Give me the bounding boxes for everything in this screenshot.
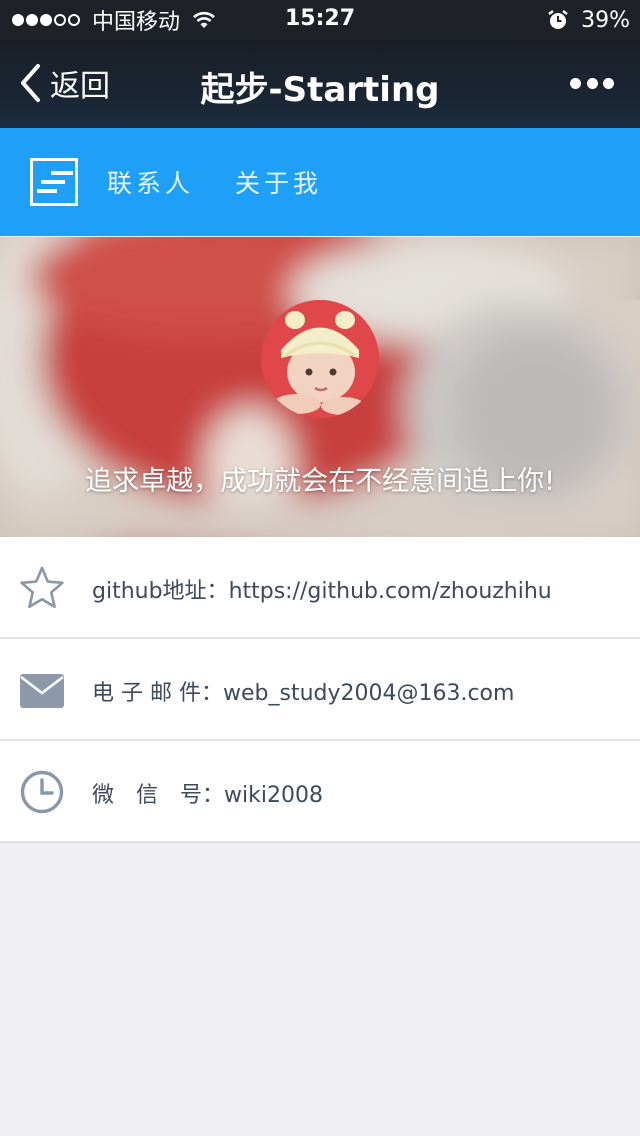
github-label: github地址： <box>92 579 229 604</box>
baby-photo-image <box>261 300 379 418</box>
profile-banner: 追求卓越，成功就会在不经意间追上你! <box>0 237 640 537</box>
email-label: 电 子 邮 件： <box>92 681 223 706</box>
wechat-label: 微 信 号： <box>92 783 225 808</box>
nav-bar: 返回 起步-Starting <box>0 40 640 128</box>
mail-icon <box>20 674 64 708</box>
more-icon[interactable] <box>570 74 614 92</box>
tab-bar: 联系人 关于我 <box>0 128 640 236</box>
clock-icon <box>20 770 64 814</box>
list-item-wechat[interactable]: 微 信 号：wiki2008 <box>0 741 640 843</box>
email-row-text: 电 子 邮 件：web_study2004@163.com <box>92 675 514 707</box>
avatar[interactable] <box>261 300 379 418</box>
wechat-row-text: 微 信 号：wiki2008 <box>92 777 323 809</box>
list-item-github[interactable]: github地址：https://github.com/zhouzhihu <box>0 537 640 639</box>
star-icon <box>20 566 64 609</box>
tab-about-me[interactable]: 关于我 <box>235 164 322 200</box>
status-right: 39% <box>547 6 630 34</box>
status-time: 15:27 <box>284 6 356 31</box>
banner-slogan: 追求卓越，成功就会在不经意间追上你! <box>85 466 555 497</box>
menu-logo-icon[interactable] <box>30 158 78 206</box>
status-bar: 中国移动 15:27 39% <box>0 0 640 40</box>
contact-list: github地址：https://github.com/zhouzhihu 电 … <box>0 537 640 843</box>
tab-contacts[interactable]: 联系人 <box>107 164 194 200</box>
page-title: 起步-Starting <box>200 70 440 110</box>
email-value[interactable]: web_study2004@163.com <box>223 681 514 706</box>
github-row-text: github地址：https://github.com/zhouzhihu <box>92 573 552 605</box>
alarm-icon <box>548 10 568 29</box>
battery-percent: 39% <box>581 7 630 33</box>
wechat-value[interactable]: wiki2008 <box>224 783 323 808</box>
list-item-email[interactable]: 电 子 邮 件：web_study2004@163.com <box>0 639 640 741</box>
github-value[interactable]: https://github.com/zhouzhihu <box>229 579 552 604</box>
